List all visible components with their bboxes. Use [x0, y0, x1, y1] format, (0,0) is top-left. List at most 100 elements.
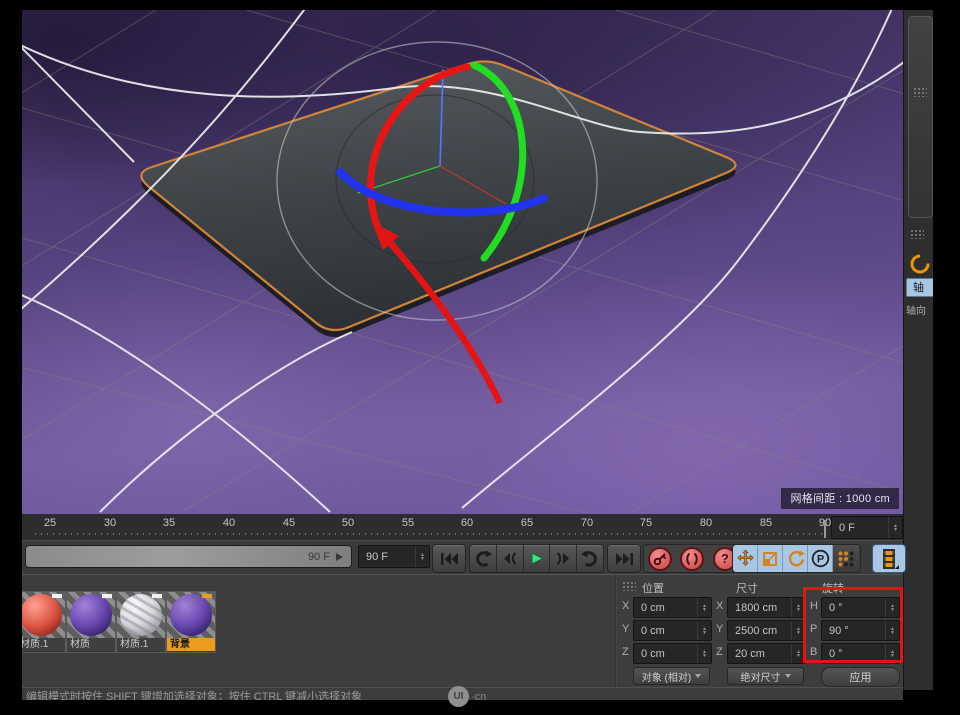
- material-label: 材质.1: [17, 638, 65, 651]
- material-preview: [67, 592, 115, 638]
- size-mode-dropdown[interactable]: 绝对尺寸: [727, 667, 804, 685]
- size-mode-label: 绝对尺寸: [741, 669, 781, 684]
- material-thumbnail[interactable]: 材质: [66, 591, 116, 653]
- ruler-tick: 55: [393, 517, 423, 529]
- material-check-icon: [202, 594, 212, 598]
- right-palette-strip[interactable]: [908, 16, 933, 218]
- material-label: 材质: [67, 638, 115, 651]
- material-thumbnail-selected[interactable]: 背景: [166, 591, 216, 653]
- goto-start-button[interactable]: [432, 544, 466, 573]
- current-frame-spinner[interactable]: 90 F ▲▼: [358, 545, 430, 568]
- loop-back-button[interactable]: [470, 545, 497, 572]
- loop-forward-icon: [581, 550, 600, 568]
- rotate-tool-icon: [909, 253, 931, 280]
- axis-tab-button[interactable]: 轴: [906, 278, 934, 297]
- key-dots-button[interactable]: [833, 545, 859, 572]
- slider-frame-label: 90 F: [308, 551, 330, 563]
- material-check-icon: [102, 594, 112, 598]
- play-button[interactable]: [524, 545, 551, 572]
- previous-key-button[interactable]: [497, 545, 524, 572]
- material-thumbnail[interactable]: 材质.1: [116, 591, 166, 653]
- pos-x-value: 0 cm: [634, 602, 697, 614]
- next-key-button[interactable]: [550, 545, 577, 572]
- cinema4d-window: 网格间距 : 1000 cm 轴 轴向 25 30 35 40 45 50 55…: [0, 0, 960, 715]
- record-key-button[interactable]: [648, 547, 672, 571]
- spinner-arrows-icon[interactable]: ▲▼: [697, 621, 711, 640]
- ruler-minor-ticks: [30, 533, 825, 535]
- ruler-tick: 35: [154, 517, 184, 529]
- frame-right: [933, 0, 960, 715]
- grip-handle-icon: [910, 229, 924, 239]
- material-preview: [167, 592, 215, 638]
- size-x-value: 1800 cm: [728, 602, 791, 614]
- watermark-suffix: ·cn: [471, 691, 486, 703]
- goto-end-button[interactable]: [607, 544, 641, 573]
- playhead-marker[interactable]: [824, 520, 826, 538]
- svg-text:P: P: [816, 554, 823, 566]
- spinner-arrows-icon[interactable]: ▲▼: [888, 517, 902, 538]
- coordinate-system-button[interactable]: P: [808, 545, 833, 572]
- dropdown-arrow-icon: [695, 674, 701, 678]
- material-label: 背景: [167, 638, 215, 651]
- timeline-ruler[interactable]: 25 30 35 40 45 50 55 60 65 70 75 80 85 9…: [22, 514, 903, 541]
- next-key-icon: [555, 551, 572, 566]
- spinner-arrows-icon[interactable]: ▲▼: [697, 644, 711, 663]
- scale-tool-button[interactable]: [758, 545, 783, 572]
- viewport-3d[interactable]: 网格间距 : 1000 cm: [22, 10, 903, 514]
- play-icon: [529, 551, 544, 566]
- ruler-tick: 60: [452, 517, 482, 529]
- bottom-panel: 材质.1 材质 材质.1 背景 位置 尺寸 旋转 X 0 cm ▲▼ X: [22, 574, 903, 688]
- material-thumbnail[interactable]: 材质.1: [16, 591, 66, 653]
- record-key-icon: [652, 551, 668, 567]
- filmstrip-icon: [879, 548, 899, 570]
- keying-button-group: ?: [643, 544, 742, 573]
- scale-icon: [761, 550, 779, 568]
- ruler-tick: 80: [691, 517, 721, 529]
- loop-back-icon: [473, 550, 492, 568]
- coordinate-system-icon: P: [811, 549, 830, 568]
- timeline-slider[interactable]: 90 F: [25, 545, 352, 568]
- pos-z-value: 0 cm: [634, 648, 697, 660]
- size-y-field[interactable]: 2500 cm ▲▼: [727, 620, 806, 641]
- dropdown-arrow-icon: [785, 674, 791, 678]
- position-header: 位置: [642, 580, 664, 596]
- goto-start-icon: [440, 552, 459, 566]
- ruler-tick: 65: [512, 517, 542, 529]
- pos-y-value: 0 cm: [634, 625, 697, 637]
- range-end-spinner[interactable]: 0 F ▲▼: [831, 516, 903, 539]
- filmstrip-button[interactable]: [872, 544, 906, 573]
- coordinate-mode-dropdown[interactable]: 对象 (相对): [633, 667, 710, 685]
- apply-button[interactable]: 应用: [821, 667, 900, 687]
- grip-handle-icon: [622, 581, 636, 591]
- rotate-icon: [786, 549, 805, 568]
- spinner-arrows-icon[interactable]: ▲▼: [415, 546, 429, 567]
- ruler-tick: 75: [631, 517, 661, 529]
- rotate-tool-button[interactable]: [783, 545, 808, 572]
- auto-key-icon: [684, 551, 700, 567]
- range-end-value: 0 F: [832, 522, 888, 534]
- watermark: UI ·cn: [448, 686, 486, 707]
- frame-left: [0, 0, 22, 715]
- loop-forward-button[interactable]: [577, 545, 603, 572]
- size-z-field[interactable]: 20 cm ▲▼: [727, 643, 806, 664]
- move-icon: [736, 549, 755, 568]
- spinner-arrows-icon[interactable]: ▲▼: [697, 598, 711, 617]
- key-dots-icon: [837, 550, 855, 568]
- pos-z-field[interactable]: 0 cm ▲▼: [633, 643, 712, 664]
- move-tool-button[interactable]: [733, 545, 758, 572]
- auto-key-button[interactable]: [680, 547, 704, 571]
- size-x-field[interactable]: 1800 cm ▲▼: [727, 597, 806, 618]
- grip-handle-icon: [913, 87, 927, 97]
- size-header: 尺寸: [736, 580, 758, 596]
- playback-toolbar: 90 F 90 F ▲▼: [22, 540, 903, 575]
- ruler-tick: 30: [95, 517, 125, 529]
- pos-y-field[interactable]: 0 cm ▲▼: [633, 620, 712, 641]
- watermark-logo: UI: [448, 686, 469, 707]
- ruler-tick: 45: [274, 517, 304, 529]
- pos-x-field[interactable]: 0 cm ▲▼: [633, 597, 712, 618]
- tool-button-group: P: [732, 544, 861, 573]
- grid-spacing-label: 网格间距 : 1000 cm: [781, 488, 899, 509]
- question-icon: ?: [721, 551, 729, 566]
- material-preview: [17, 592, 65, 638]
- current-frame-value: 90 F: [359, 551, 415, 563]
